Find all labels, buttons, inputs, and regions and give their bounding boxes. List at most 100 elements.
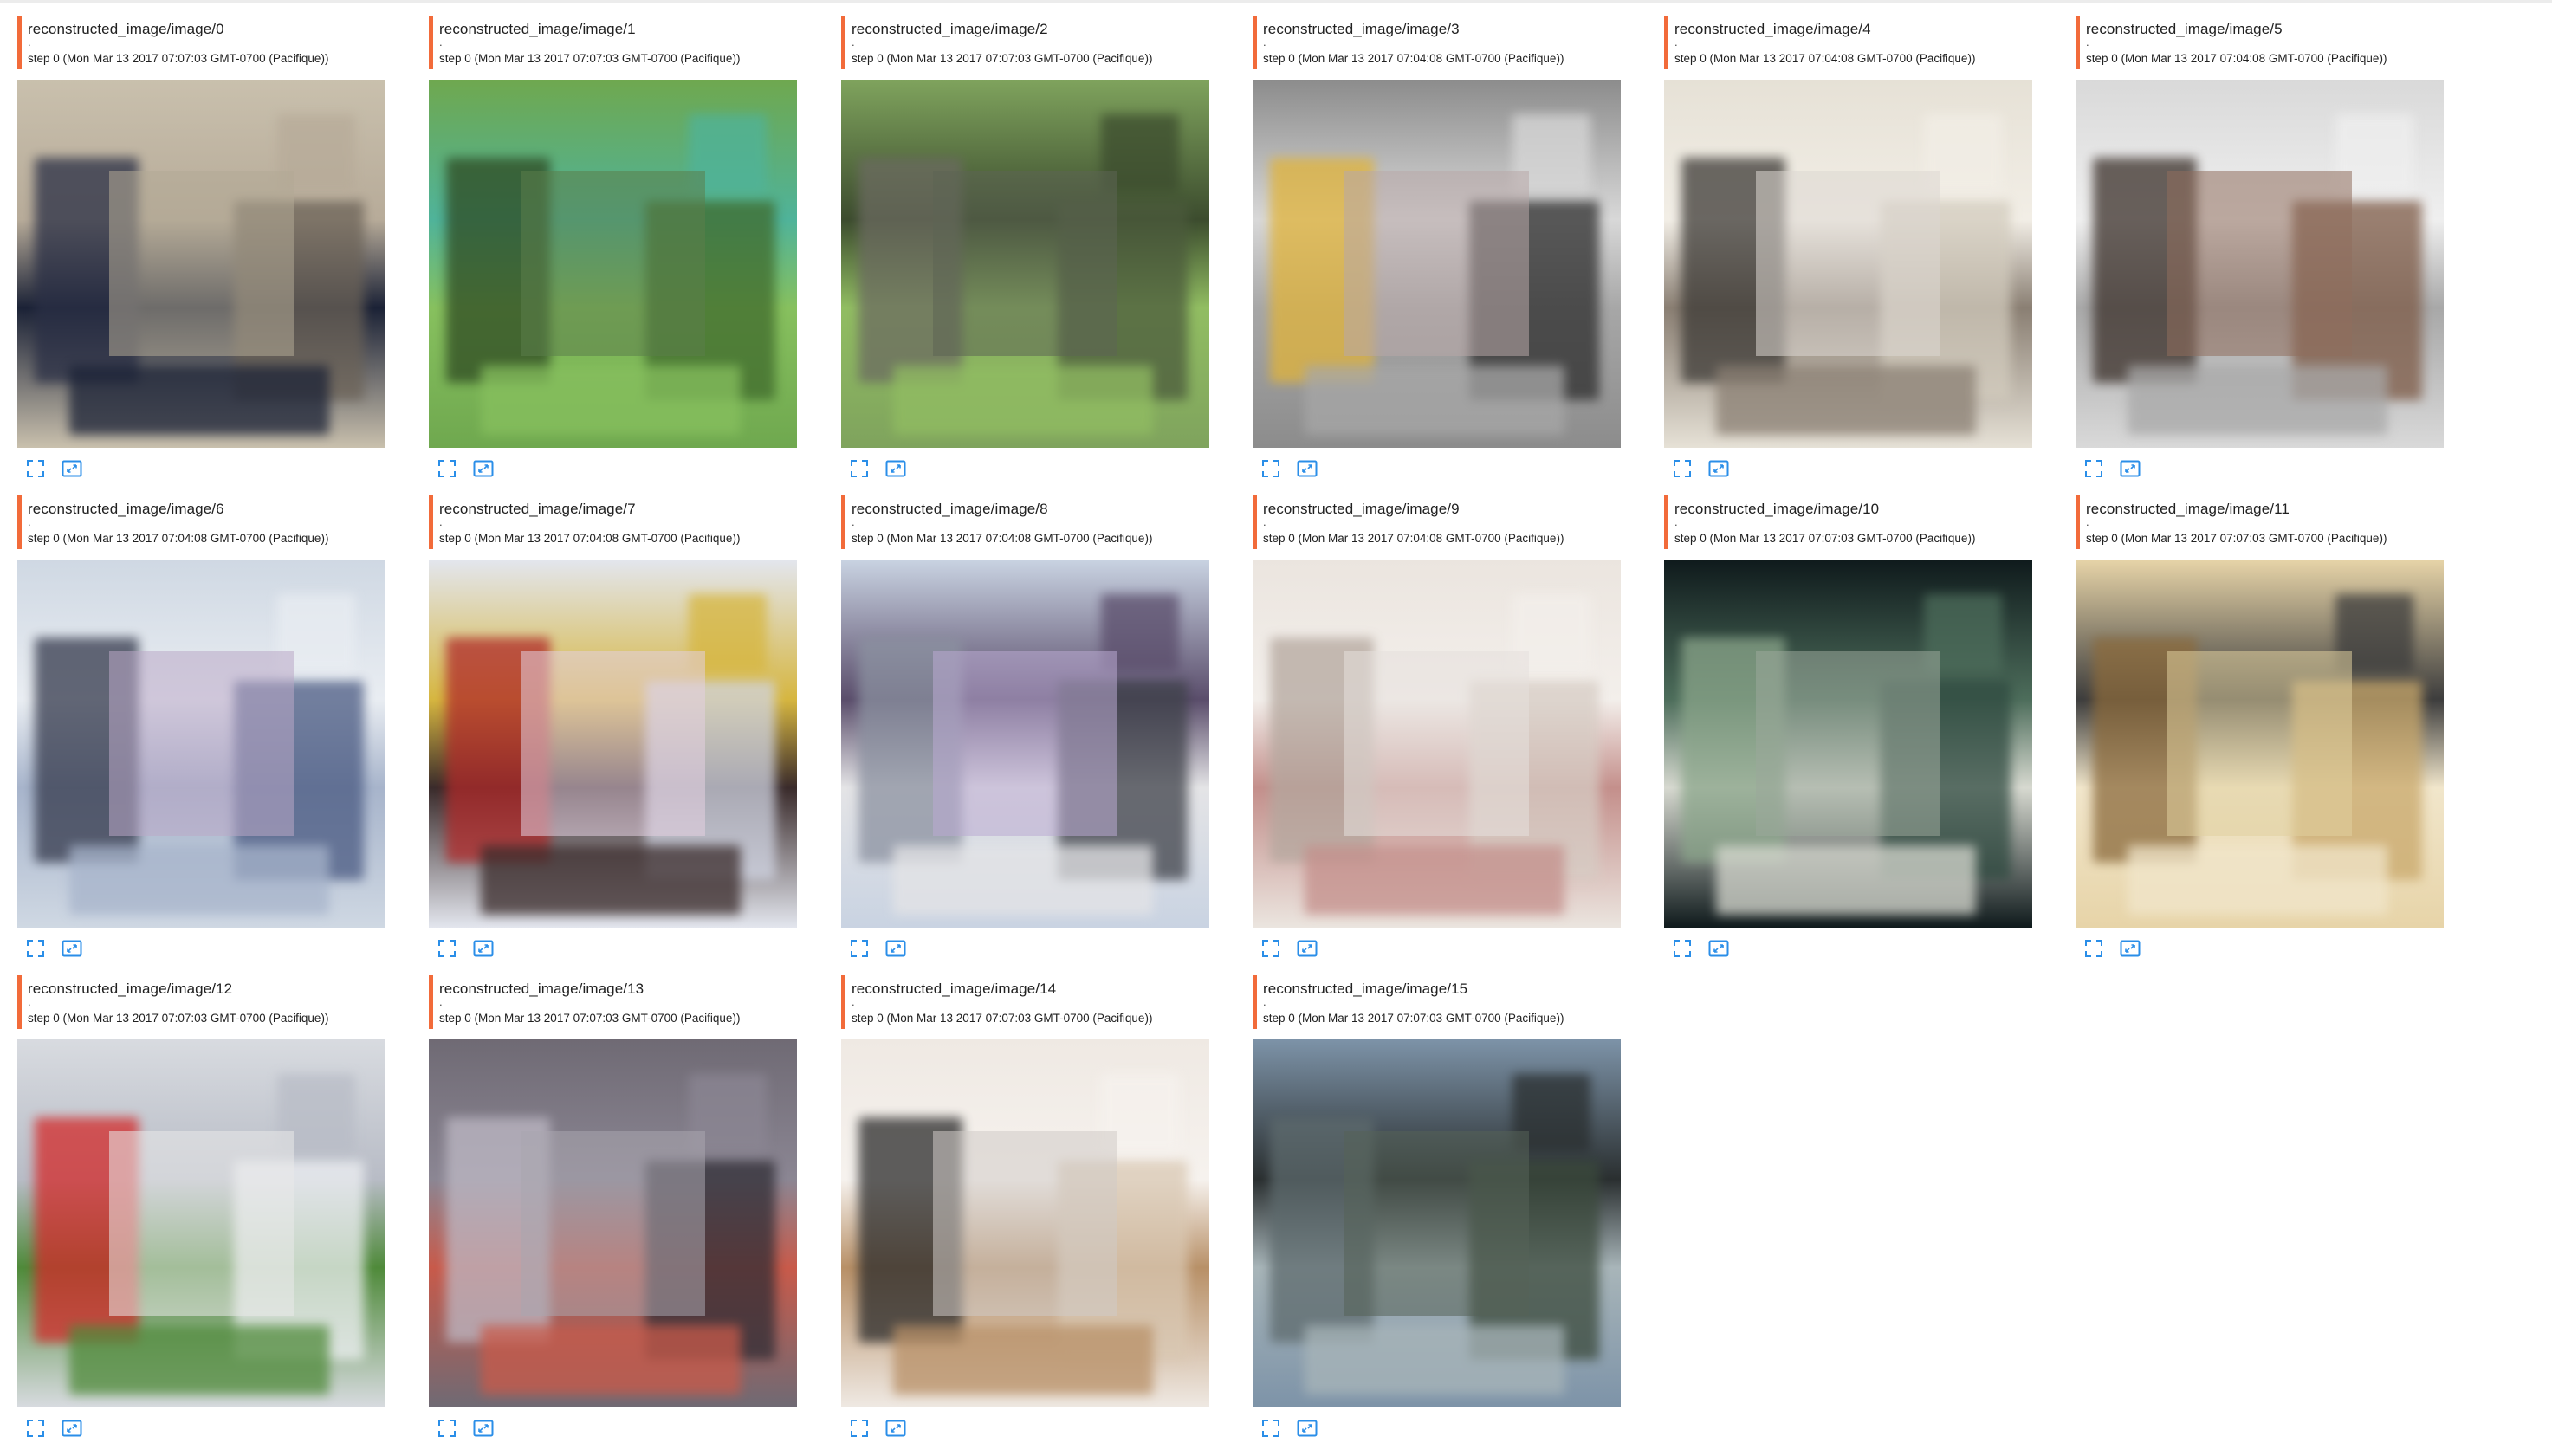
- expand-icon[interactable]: [24, 937, 47, 960]
- actual-size-icon[interactable]: [1296, 1417, 1318, 1440]
- image-region: [893, 366, 1153, 435]
- actual-size-icon[interactable]: [2119, 457, 2141, 480]
- expand-icon[interactable]: [848, 937, 871, 960]
- actual-size-icon[interactable]: [61, 1417, 83, 1440]
- card-header: reconstructed_image/image/10. step 0 (Mon…: [1664, 495, 2032, 549]
- expand-icon[interactable]: [436, 457, 458, 480]
- card-subtitle: .: [2086, 36, 2089, 49]
- actual-size-icon[interactable]: [472, 937, 495, 960]
- expand-icon[interactable]: [2082, 937, 2105, 960]
- reconstruction-patch: [521, 651, 705, 836]
- expand-icon[interactable]: [848, 1417, 871, 1440]
- actual-size-icon[interactable]: [1707, 937, 1730, 960]
- card-subtitle: .: [1674, 36, 1678, 49]
- reconstructed-image[interactable]: [17, 1039, 385, 1407]
- reconstructed-image[interactable]: [429, 80, 797, 448]
- card-title: reconstructed_image/image/15: [1263, 980, 1468, 997]
- image-region: [69, 366, 329, 435]
- image-card: reconstructed_image/image/2. step 0 (Mon …: [841, 16, 1209, 483]
- card-header: reconstructed_image/image/14. step 0 (Mon…: [841, 975, 1209, 1029]
- reconstructed-image[interactable]: [429, 1039, 797, 1407]
- reconstructed-image[interactable]: [841, 1039, 1209, 1407]
- image-card: reconstructed_image/image/5. step 0 (Mon …: [2076, 16, 2444, 483]
- image-card: reconstructed_image/image/12. step 0 (Mon…: [17, 975, 385, 1443]
- card-step-label: step 0 (Mon Mar 13 2017 07:04:08 GMT-070…: [1263, 52, 1564, 65]
- actual-size-icon[interactable]: [884, 937, 907, 960]
- image-card: reconstructed_image/image/4. step 0 (Mon …: [1664, 16, 2032, 483]
- expand-icon[interactable]: [24, 457, 47, 480]
- image-card: reconstructed_image/image/6. step 0 (Mon …: [17, 495, 385, 963]
- expand-icon[interactable]: [1260, 457, 1282, 480]
- card-header: reconstructed_image/image/8. step 0 (Mon …: [841, 495, 1209, 549]
- image-region: [2128, 366, 2387, 435]
- reconstructed-image[interactable]: [2076, 80, 2444, 448]
- reconstructed-image[interactable]: [841, 80, 1209, 448]
- reconstructed-image[interactable]: [429, 560, 797, 928]
- card-title: reconstructed_image/image/4: [1674, 21, 1871, 37]
- card-title: reconstructed_image/image/11: [2086, 501, 2290, 517]
- expand-icon[interactable]: [436, 1417, 458, 1440]
- reconstruction-patch: [109, 171, 294, 356]
- reconstructed-image[interactable]: [1253, 560, 1621, 928]
- card-actions: [841, 1417, 1209, 1440]
- card-subtitle: .: [28, 995, 31, 1008]
- card-step-label: step 0 (Mon Mar 13 2017 07:07:03 GMT-070…: [1674, 532, 1976, 545]
- card-header: reconstructed_image/image/2. step 0 (Mon …: [841, 16, 1209, 69]
- expand-icon[interactable]: [1671, 937, 1694, 960]
- card-actions: [17, 1417, 385, 1440]
- card-subtitle: .: [1263, 515, 1266, 528]
- image-region: [1716, 366, 1976, 435]
- actual-size-icon[interactable]: [1296, 937, 1318, 960]
- card-title: reconstructed_image/image/7: [439, 501, 636, 517]
- expand-icon[interactable]: [436, 937, 458, 960]
- actual-size-icon[interactable]: [61, 937, 83, 960]
- expand-icon[interactable]: [24, 1417, 47, 1440]
- image-region: [2128, 845, 2387, 915]
- card-actions: [1253, 937, 1621, 960]
- actual-size-icon[interactable]: [472, 457, 495, 480]
- expand-icon[interactable]: [848, 457, 871, 480]
- card-actions: [429, 937, 797, 960]
- card-actions: [2076, 457, 2444, 480]
- actual-size-icon[interactable]: [61, 457, 83, 480]
- card-step-label: step 0 (Mon Mar 13 2017 07:07:03 GMT-070…: [439, 1012, 741, 1025]
- reconstructed-image[interactable]: [1253, 80, 1621, 448]
- actual-size-icon[interactable]: [2119, 937, 2141, 960]
- image-region: [481, 1325, 741, 1395]
- card-header: reconstructed_image/image/11. step 0 (Mon…: [2076, 495, 2444, 549]
- reconstructed-image[interactable]: [2076, 560, 2444, 928]
- actual-size-icon[interactable]: [884, 1417, 907, 1440]
- card-step-label: step 0 (Mon Mar 13 2017 07:07:03 GMT-070…: [28, 52, 329, 65]
- card-title: reconstructed_image/image/9: [1263, 501, 1460, 517]
- actual-size-icon[interactable]: [472, 1417, 495, 1440]
- reconstruction-patch: [109, 651, 294, 836]
- card-title: reconstructed_image/image/8: [852, 501, 1048, 517]
- reconstruction-patch: [1344, 1131, 1529, 1316]
- expand-icon[interactable]: [1671, 457, 1694, 480]
- card-subtitle: .: [1263, 995, 1266, 1008]
- card-actions: [1664, 937, 2032, 960]
- reconstructed-image[interactable]: [1664, 560, 2032, 928]
- reconstructed-image[interactable]: [17, 80, 385, 448]
- card-header: reconstructed_image/image/4. step 0 (Mon …: [1664, 16, 2032, 69]
- expand-icon[interactable]: [1260, 937, 1282, 960]
- card-subtitle: .: [852, 515, 855, 528]
- reconstructed-image[interactable]: [17, 560, 385, 928]
- reconstructed-image[interactable]: [841, 560, 1209, 928]
- card-header: reconstructed_image/image/5. step 0 (Mon …: [2076, 16, 2444, 69]
- card-title: reconstructed_image/image/0: [28, 21, 224, 37]
- card-step-label: step 0 (Mon Mar 13 2017 07:04:08 GMT-070…: [439, 532, 741, 545]
- card-subtitle: .: [852, 995, 855, 1008]
- reconstructed-image[interactable]: [1253, 1039, 1621, 1407]
- card-title: reconstructed_image/image/12: [28, 980, 233, 997]
- reconstructed-image[interactable]: [1664, 80, 2032, 448]
- actual-size-icon[interactable]: [884, 457, 907, 480]
- card-title: reconstructed_image/image/5: [2086, 21, 2283, 37]
- image-region: [1305, 845, 1564, 915]
- card-subtitle: .: [1674, 515, 1678, 528]
- card-header: reconstructed_image/image/6. step 0 (Mon …: [17, 495, 385, 549]
- expand-icon[interactable]: [1260, 1417, 1282, 1440]
- expand-icon[interactable]: [2082, 457, 2105, 480]
- actual-size-icon[interactable]: [1707, 457, 1730, 480]
- actual-size-icon[interactable]: [1296, 457, 1318, 480]
